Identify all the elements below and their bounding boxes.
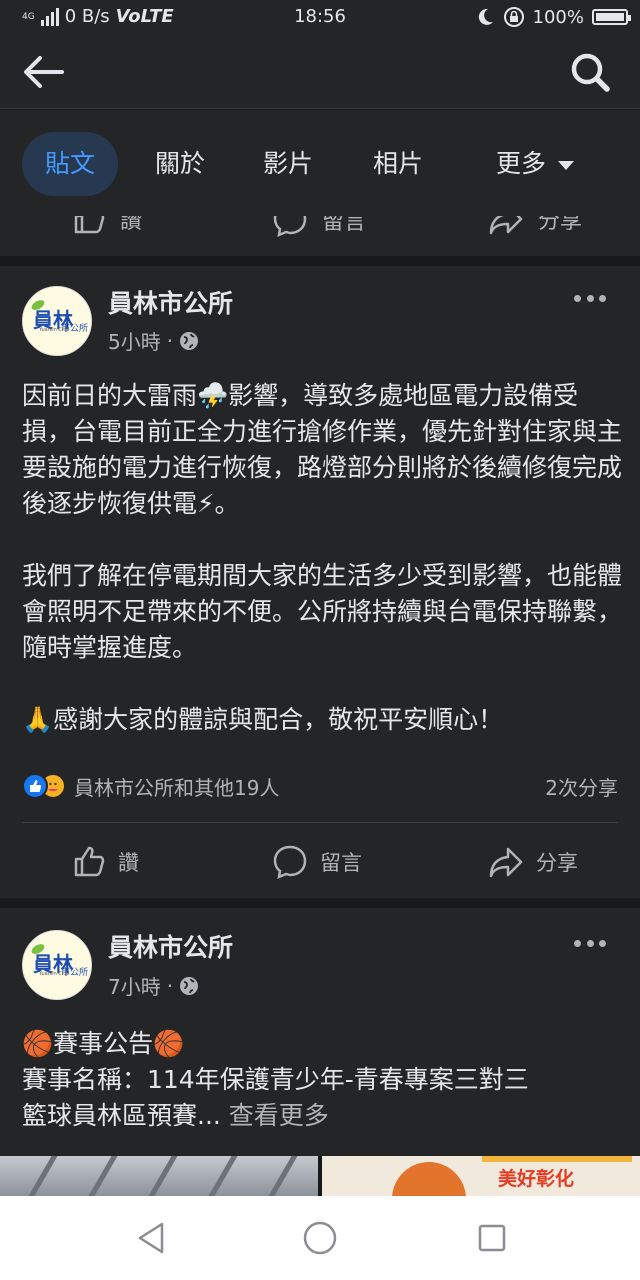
feed-gap	[0, 256, 640, 266]
see-more-link[interactable]: 查看更多	[229, 1101, 329, 1130]
post-line: 賽事名稱：114年保護青少年-青春專案三對三	[22, 1065, 529, 1094]
square-recents-icon	[478, 1224, 506, 1252]
triangle-back-icon	[138, 1222, 164, 1254]
prev-share-button[interactable]: 分享	[488, 216, 582, 236]
tab-photos[interactable]: 相片	[358, 132, 438, 196]
page-name[interactable]: 員林市公所	[108, 284, 233, 320]
post-options-button[interactable]	[574, 940, 606, 950]
search-button[interactable]	[568, 50, 612, 94]
circle-home-icon	[303, 1221, 337, 1255]
system-nav-bar	[0, 1196, 640, 1280]
like-icon	[74, 846, 105, 877]
post-paragraph: 🙏感謝大家的體諒與配合，敬祝平安順心！	[22, 705, 504, 734]
avatar-logo-latin: Yuanlin City	[39, 971, 69, 977]
prev-comment-button[interactable]: 留言	[272, 216, 366, 238]
post-body: 因前日的大雷雨⛈️影響，導致多處地區電力設備受損，台電目前正全力進行搶修作業，優…	[22, 378, 622, 774]
avatar[interactable]: 員林 市公所 Yuanlin City	[22, 286, 92, 356]
caret-down-icon	[558, 160, 574, 170]
post-line: 籃球員林區預賽...	[22, 1101, 221, 1130]
post-paragraph: 因前日的大雷雨⛈️影響，導致多處地區電力設備受損，台電目前正全力進行搶修作業，優…	[22, 381, 623, 518]
tab-videos[interactable]: 影片	[248, 132, 328, 196]
tab-posts[interactable]: 貼文	[22, 132, 118, 196]
reactions-text: 員林市公所和其他19人	[74, 775, 280, 800]
reactions-summary[interactable]: 員林市公所和其他19人 2次分享	[22, 770, 618, 802]
globe-icon	[180, 976, 199, 995]
top-app-bar	[0, 34, 640, 109]
like-label: 讚	[118, 851, 139, 875]
post-card: 員林 市公所 Yuanlin City 員林市公所 7小時 · 🏀賽事公告🏀 賽…	[0, 908, 640, 1156]
like-button[interactable]: 讚	[72, 832, 139, 892]
post-line-with-more: 籃球員林區預賽... 查看更多	[22, 1098, 622, 1134]
post-meta: 7小時 ·	[108, 971, 199, 1000]
post-paragraph: 我們了解在停電期間大家的生活多少受到影響，也能體會照明不足帶來的不便。公所將持續…	[22, 561, 623, 662]
image-caption: 美好彰化	[498, 1168, 575, 1190]
post-card: 員林 市公所 Yuanlin City 員林市公所 5小時 · 因前日的大雷雨⛈…	[0, 266, 640, 898]
share-icon	[489, 216, 523, 235]
more-dots-icon	[574, 295, 581, 302]
more-dot	[586, 295, 594, 302]
back-arrow-icon	[24, 56, 64, 88]
nav-recents-button[interactable]	[472, 1218, 512, 1258]
comment-button[interactable]: 留言	[272, 832, 362, 892]
alarm-lock-icon	[503, 7, 524, 27]
tab-about[interactable]: 關於	[140, 132, 220, 196]
like-reaction-icon	[22, 773, 48, 799]
battery-icon	[592, 9, 631, 25]
post-time[interactable]: 5小時	[108, 326, 161, 355]
post-line: 🏀賽事公告🏀	[22, 1029, 185, 1058]
more-dots-icon	[574, 940, 581, 947]
battery-percent: 100%	[532, 6, 584, 28]
like-icon	[74, 216, 105, 234]
divider	[22, 822, 618, 823]
globe-icon	[180, 331, 199, 350]
post-image[interactable]: 美好彰化	[322, 1156, 640, 1196]
prev-share-label: 分享	[538, 216, 583, 234]
prev-comment-label: 留言	[322, 216, 367, 235]
more-dot	[599, 940, 606, 947]
page-name[interactable]: 員林市公所	[108, 928, 233, 964]
tab-more-label: 更多	[495, 149, 546, 178]
status-bar: 4G 0 B/s VoLTE 18:56 100%	[0, 0, 640, 34]
meta-separator: ·	[166, 328, 174, 353]
comment-icon	[273, 216, 307, 238]
post-meta: 5小時 ·	[108, 326, 199, 355]
post-body: 🏀賽事公告🏀 賽事名稱：114年保護青少年-青春專案三對三 籃球員林區預賽...…	[22, 1026, 622, 1134]
shares-count[interactable]: 2次分享	[545, 772, 618, 801]
tab-more[interactable]: 更多	[470, 132, 600, 196]
back-button[interactable]	[22, 54, 66, 90]
post-image[interactable]	[0, 1156, 318, 1196]
more-dot	[599, 295, 606, 302]
image-band	[482, 1156, 632, 1162]
nav-home-button[interactable]	[300, 1218, 340, 1258]
share-icon	[489, 847, 523, 878]
share-button[interactable]: 分享	[488, 832, 578, 892]
post-time[interactable]: 7小時	[108, 971, 161, 1000]
feed-gap	[0, 898, 640, 908]
post-actions: 讚 留言 分享	[0, 832, 640, 892]
prev-like-button[interactable]: 讚	[72, 216, 142, 236]
page-tabs: 貼文 關於 影片 相片 更多	[0, 110, 640, 216]
post-options-button[interactable]	[574, 295, 606, 305]
meta-separator: ·	[166, 973, 174, 998]
comment-label: 留言	[320, 851, 362, 875]
avatar[interactable]: 員林 市公所 Yuanlin City	[22, 930, 92, 1000]
basketball-graphic	[392, 1162, 466, 1196]
avatar-logo-latin: Yuanlin City	[39, 327, 69, 333]
comment-icon	[273, 845, 307, 880]
moon-icon	[478, 8, 493, 25]
post-images[interactable]: 美好彰化	[0, 1156, 640, 1196]
nav-back-button[interactable]	[132, 1218, 172, 1258]
share-label: 分享	[536, 851, 578, 875]
prev-like-label: 讚	[120, 216, 143, 234]
status-right: 100%	[475, 6, 631, 28]
previous-post-action-bar: 讚 留言 分享	[0, 216, 640, 256]
more-dot	[586, 940, 594, 947]
search-icon	[571, 53, 610, 92]
